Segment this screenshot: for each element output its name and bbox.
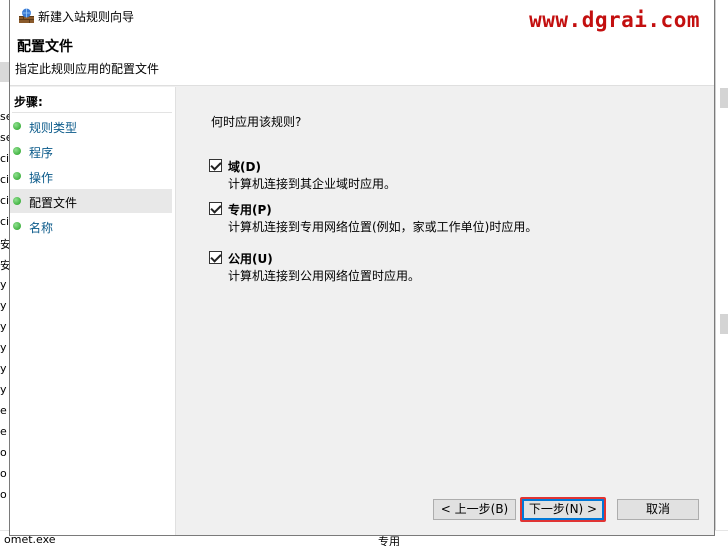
background-text-fragment: ci bbox=[0, 215, 10, 228]
option-public[interactable]: 公用(U) 计算机连接到公用网络位置时应用。 bbox=[209, 249, 689, 289]
content-pane: 何时应用该规则? 域(D) 计算机连接到其企业域时应用。 专用(P) 计算机连接… bbox=[176, 87, 714, 535]
option-name: 专用(P) bbox=[228, 203, 272, 217]
option-private[interactable]: 专用(P) 计算机连接到专用网络位置(例如，家或工作单位)时应用。 bbox=[209, 200, 689, 240]
background-text-fragment: o bbox=[0, 467, 7, 480]
background-text-fragment: y bbox=[0, 341, 7, 354]
step-label: 名称 bbox=[29, 221, 54, 235]
domain-checkbox[interactable] bbox=[209, 159, 222, 172]
background-text-fragment: y bbox=[0, 278, 7, 291]
option-name: 域(D) bbox=[228, 160, 261, 174]
background-text-fragment: y bbox=[0, 383, 7, 396]
background-text-fragment: o bbox=[0, 446, 7, 459]
step-label: 规则类型 bbox=[29, 121, 78, 135]
step-label: 程序 bbox=[29, 146, 54, 160]
step-profile[interactable]: 配置文件 bbox=[10, 189, 172, 213]
page-subtitle: 指定此规则应用的配置文件 bbox=[15, 62, 160, 76]
background-text-fragment: e bbox=[0, 425, 7, 438]
private-checkbox[interactable] bbox=[209, 202, 222, 215]
background-text-fragment: y bbox=[0, 320, 7, 333]
green-dot-icon bbox=[13, 197, 21, 205]
green-dot-icon bbox=[13, 147, 21, 155]
watermark-logo: www.dgrai.com bbox=[529, 8, 700, 32]
green-dot-icon bbox=[13, 222, 21, 230]
option-domain[interactable]: 域(D) 计算机连接到其企业域时应用。 bbox=[209, 157, 689, 197]
back-button[interactable]: < 上一步(B) bbox=[433, 499, 516, 520]
new-inbound-rule-wizard: 新建入站规则向导 www.dgrai.com 配置文件 指定此规则应用的配置文件… bbox=[9, 0, 715, 536]
green-dot-icon bbox=[13, 172, 21, 180]
highlight-box bbox=[520, 497, 606, 522]
step-label: 配置文件 bbox=[29, 196, 78, 210]
background-text-fragment: o bbox=[0, 488, 7, 501]
step-label: 操作 bbox=[29, 171, 54, 185]
steps-label: 步骤: bbox=[14, 95, 43, 109]
firewall-icon bbox=[19, 8, 34, 23]
step-action[interactable]: 操作 bbox=[10, 164, 172, 188]
green-dot-icon bbox=[13, 122, 21, 130]
window-title: 新建入站规则向导 bbox=[38, 10, 135, 24]
background-block bbox=[720, 88, 728, 108]
step-name[interactable]: 名称 bbox=[10, 214, 172, 238]
background-window-right bbox=[715, 0, 728, 546]
background-text-fragment: y bbox=[0, 299, 7, 312]
background-text-fragment: e bbox=[0, 404, 7, 417]
wizard-header: 配置文件 指定此规则应用的配置文件 bbox=[10, 32, 714, 86]
background-text-fragment: ci bbox=[0, 194, 10, 207]
option-name: 公用(U) bbox=[228, 252, 273, 266]
step-program[interactable]: 程序 bbox=[10, 139, 172, 163]
background-text-fragment: ci bbox=[0, 152, 10, 165]
page-title: 配置文件 bbox=[17, 39, 73, 55]
background-text-fragment: ci bbox=[0, 173, 10, 186]
cancel-button[interactable]: 取消 bbox=[617, 499, 699, 520]
option-description: 计算机连接到专用网络位置(例如，家或工作单位)时应用。 bbox=[228, 220, 538, 234]
public-checkbox[interactable] bbox=[209, 251, 222, 264]
question-text: 何时应用该规则? bbox=[211, 115, 302, 129]
steps-divider bbox=[12, 112, 172, 113]
background-block bbox=[720, 314, 728, 334]
steps-pane: 步骤: 规则类型 程序 操作 配置文件 名称 bbox=[10, 87, 176, 535]
background-text-fragment: y bbox=[0, 362, 7, 375]
step-rule-type[interactable]: 规则类型 bbox=[10, 114, 172, 138]
title-bar[interactable]: 新建入站规则向导 www.dgrai.com bbox=[10, 0, 714, 32]
option-description: 计算机连接到公用网络位置时应用。 bbox=[228, 269, 421, 283]
option-description: 计算机连接到其企业域时应用。 bbox=[228, 177, 397, 191]
